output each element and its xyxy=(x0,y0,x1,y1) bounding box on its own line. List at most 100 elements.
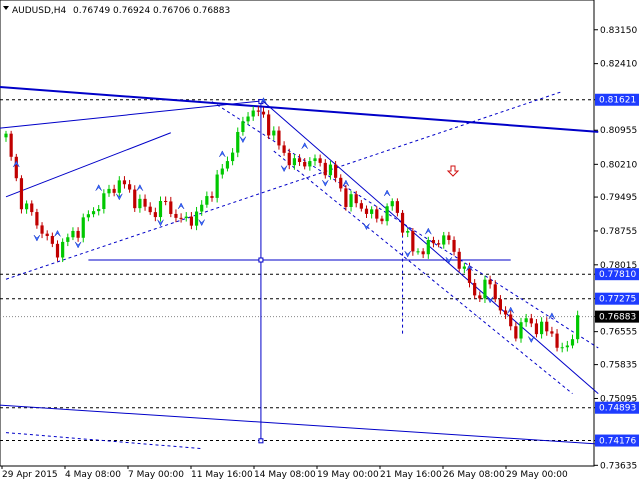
bull-candle xyxy=(328,164,333,176)
bear-candle xyxy=(143,198,147,207)
time-tick-label: 14 May 08:00 xyxy=(254,470,316,480)
bear-candle xyxy=(35,212,39,226)
symbol-label: AUDUSD,H4 xyxy=(12,6,67,16)
bull-candle xyxy=(385,206,389,222)
bear-candle xyxy=(503,310,508,315)
bull-candle xyxy=(71,230,75,238)
bear-candle xyxy=(550,331,554,334)
price-chart[interactable]: 0.83150 0.82410 0.81621 0.80955 0.80210 0.794… xyxy=(0,0,640,480)
bull-candle xyxy=(25,203,29,210)
price-tick-label: 0.80210 xyxy=(600,160,637,170)
bull-candle xyxy=(390,201,394,207)
bear-candle xyxy=(297,158,302,162)
bull-candle xyxy=(194,211,199,226)
price-tick-label: 0.78755 xyxy=(600,227,637,237)
bull-candle xyxy=(107,188,111,194)
bear-candle xyxy=(447,235,451,240)
bear-candle xyxy=(128,184,132,190)
bull-candle xyxy=(4,133,8,138)
low-value: 0.76706 xyxy=(153,6,190,16)
bull-candle xyxy=(215,174,219,198)
bear-candle xyxy=(457,251,461,269)
level-label: 0.74893 xyxy=(599,404,636,414)
bear-candle xyxy=(323,162,327,176)
time-tick-label: 29 May 00:00 xyxy=(506,470,568,480)
bull-candle xyxy=(200,204,204,212)
bull-candle xyxy=(184,216,188,219)
price-tick-label: 0.76555 xyxy=(600,328,637,338)
bull-candle xyxy=(565,345,569,348)
bull-candle xyxy=(158,200,163,218)
bull-candle xyxy=(292,158,296,166)
bear-candle xyxy=(380,218,384,222)
level-label: 0.77275 xyxy=(599,295,636,305)
bear-candle xyxy=(303,161,307,167)
bull-candle xyxy=(426,240,430,255)
bear-candle xyxy=(261,111,266,115)
bull-candle xyxy=(236,131,240,153)
bull-candle xyxy=(519,322,523,339)
bull-candle xyxy=(81,217,85,238)
bull-candle xyxy=(540,321,544,335)
bear-candle xyxy=(164,200,168,202)
bear-candle xyxy=(364,208,369,214)
bear-candle xyxy=(400,212,405,233)
bear-candle xyxy=(334,164,338,178)
price-tick-label: 0.79495 xyxy=(600,193,637,203)
bear-candle xyxy=(339,177,343,189)
plot-frame xyxy=(0,0,595,467)
bear-candle xyxy=(256,110,260,112)
bull-candle xyxy=(138,198,142,209)
bear-candle xyxy=(153,212,157,218)
bear-candle xyxy=(318,158,322,163)
bear-candle xyxy=(282,145,286,153)
bear-candle xyxy=(493,284,497,300)
bull-candle xyxy=(205,196,209,205)
bear-candle xyxy=(395,201,399,213)
bull-candle xyxy=(220,168,224,175)
bull-candle xyxy=(560,347,564,349)
time-tick-label: 26 May 08:00 xyxy=(443,470,505,480)
bull-candle xyxy=(483,279,487,299)
bull-candle xyxy=(576,315,580,340)
time-tick-label: 7 May 00:00 xyxy=(128,470,184,480)
bear-candle xyxy=(9,133,13,157)
bear-candle xyxy=(354,194,358,204)
bull-candle xyxy=(308,161,312,167)
bear-candle xyxy=(122,180,127,185)
bear-candle xyxy=(421,251,425,255)
bull-candle xyxy=(246,116,250,122)
bull-candle xyxy=(91,211,96,215)
price-tick-label: 0.83150 xyxy=(600,26,637,36)
bear-candle xyxy=(509,314,513,327)
price-axis: 0.83150 0.82410 0.81621 0.80955 0.80210 0.794… xyxy=(594,26,639,471)
bull-candle xyxy=(102,193,106,210)
bull-candle xyxy=(66,237,70,242)
bull-candle xyxy=(251,110,255,117)
bear-candle xyxy=(431,240,436,244)
bear-candle xyxy=(40,225,44,234)
price-tick-label: 0.80955 xyxy=(600,126,637,136)
bear-candle xyxy=(411,231,415,252)
bear-candle xyxy=(210,196,214,198)
bear-candle xyxy=(473,282,477,296)
bear-candle xyxy=(488,279,492,285)
bull-candle xyxy=(442,235,446,245)
time-tick-label: 11 May 16:00 xyxy=(191,470,253,480)
bear-candle xyxy=(555,333,559,348)
bull-candle xyxy=(86,214,90,218)
level-label: 0.77810 xyxy=(599,270,636,280)
bull-candle xyxy=(524,318,528,323)
bull-candle xyxy=(272,130,276,136)
bear-candle xyxy=(498,299,502,311)
time-tick-label: 21 May 16:00 xyxy=(380,470,442,480)
close-value: 0.76883 xyxy=(193,6,230,16)
bull-candle xyxy=(462,266,466,269)
bear-candle xyxy=(287,152,291,166)
bull-candle xyxy=(117,180,121,193)
bull-candle xyxy=(349,194,353,207)
bear-candle xyxy=(50,235,54,244)
level-label: 0.81621 xyxy=(599,96,636,106)
bear-candle xyxy=(277,130,281,146)
bull-candle xyxy=(313,158,317,162)
